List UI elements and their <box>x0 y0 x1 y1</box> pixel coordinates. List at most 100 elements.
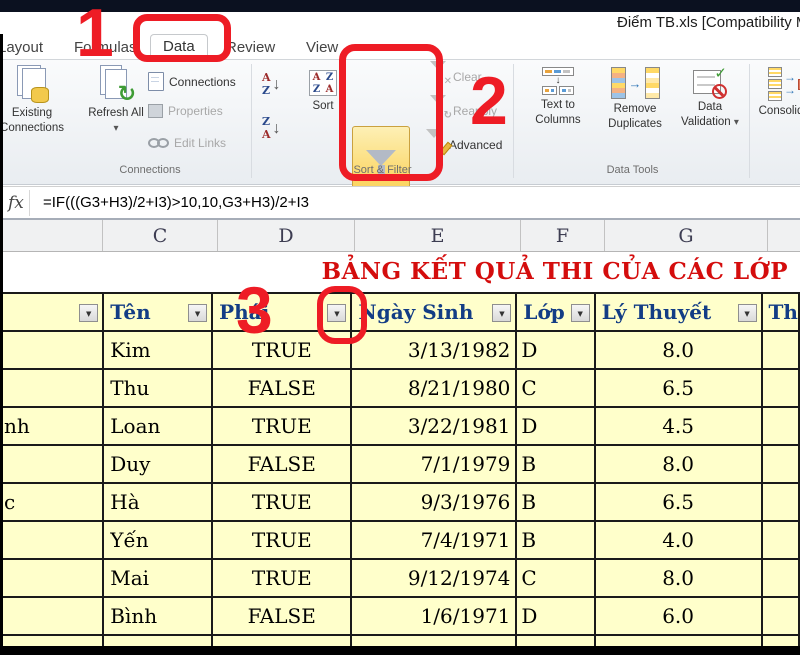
excel-window: Điểm TB.xls [Compatibility Mode] Layout … <box>0 0 800 655</box>
cell-phai[interactable]: FALSE <box>212 445 351 483</box>
cell-spill[interactable] <box>1 331 103 369</box>
cell-ly-thuyet[interactable]: 4.5 <box>595 407 762 445</box>
cell-ly-thuyet[interactable]: 8.0 <box>595 445 762 483</box>
cell-name[interactable]: Hà <box>103 483 212 521</box>
cell-name[interactable]: Mai <box>103 559 212 597</box>
cell-empty[interactable] <box>762 369 799 407</box>
properties-button[interactable]: Properties <box>148 104 223 118</box>
cell-ly-thuyet[interactable]: 6.5 <box>595 483 762 521</box>
cell-lop[interactable]: C <box>516 369 594 407</box>
cell-ly-thuyet[interactable]: 6.0 <box>595 597 762 635</box>
cell-phai[interactable]: TRUE <box>212 407 351 445</box>
cell-spill[interactable]: nh <box>1 407 103 445</box>
column-header-f[interactable]: F <box>521 220 605 251</box>
cell-ly-thuyet[interactable]: 6.5 <box>595 369 762 407</box>
cell-name[interactable]: Yến <box>103 521 212 559</box>
cell-name[interactable]: Duy <box>103 445 212 483</box>
cell-empty[interactable] <box>762 597 799 635</box>
remove-duplicates-button[interactable]: → Remove Duplicates <box>598 67 672 132</box>
table-header-row: Tên Phái Ngày Sinh Lớp Lý Thuyết Th <box>1 293 799 331</box>
filter-dropdown-icon[interactable] <box>188 304 207 322</box>
filter-dropdown-icon[interactable] <box>738 304 757 322</box>
column-header-d[interactable]: D <box>218 220 355 251</box>
table-row: Yến TRUE 7/4/1971 B 4.0 <box>1 521 799 559</box>
sort-asc-arrow-icon: ↓ <box>273 76 281 94</box>
cell-lop[interactable]: D <box>516 597 594 635</box>
cell-lop[interactable]: B <box>516 445 594 483</box>
column-header-g[interactable]: G <box>605 220 768 251</box>
cell-empty[interactable] <box>762 445 799 483</box>
window-top-edge <box>0 0 800 12</box>
annotation-step-3: 3 <box>236 272 273 348</box>
cell-phai[interactable]: TRUE <box>212 483 351 521</box>
cell-spill[interactable] <box>1 597 103 635</box>
annotation-circle-phai-dropdown <box>317 286 367 344</box>
cell-ngay-sinh[interactable]: 3/13/1982 <box>351 331 516 369</box>
cell-phai[interactable]: TRUE <box>212 559 351 597</box>
cell-phai[interactable]: FALSE <box>212 597 351 635</box>
cell-ly-thuyet[interactable]: 8.0 <box>595 331 762 369</box>
cell-empty[interactable] <box>762 559 799 597</box>
cell-name[interactable]: Loan <box>103 407 212 445</box>
data-validation-button[interactable]: ✓ Data Validation <box>674 67 746 130</box>
filter-dropdown-icon[interactable] <box>79 304 98 322</box>
tab-layout[interactable]: Layout <box>0 37 49 58</box>
cell-spill[interactable] <box>1 559 103 597</box>
cell-ngay-sinh[interactable]: 8/21/1980 <box>351 369 516 407</box>
cell-lop[interactable]: B <box>516 521 594 559</box>
cell-phai[interactable]: FALSE <box>212 369 351 407</box>
header-cell-ngay-sinh[interactable]: Ngày Sinh <box>351 293 516 331</box>
header-cell-ten[interactable]: Tên <box>103 293 212 331</box>
properties-label: Properties <box>168 104 223 118</box>
connections-button[interactable]: Connections <box>148 72 236 91</box>
column-header[interactable] <box>0 220 103 251</box>
cell-spill[interactable]: c <box>1 483 103 521</box>
cell-empty[interactable] <box>762 331 799 369</box>
cell-ly-thuyet[interactable]: 8.0 <box>595 559 762 597</box>
properties-icon <box>148 104 163 118</box>
cell-name[interactable]: Kim <box>103 331 212 369</box>
column-header-c[interactable]: C <box>103 220 218 251</box>
consolidate-label: Consolidate <box>759 104 800 119</box>
column-header-e[interactable]: E <box>355 220 521 251</box>
cell-spill[interactable] <box>1 445 103 483</box>
cell-name[interactable]: Thu <box>103 369 212 407</box>
cell-empty[interactable] <box>762 483 799 521</box>
cell-ngay-sinh[interactable]: 3/22/1981 <box>351 407 516 445</box>
cell-ngay-sinh[interactable]: 7/4/1971 <box>351 521 516 559</box>
cell-ngay-sinh[interactable]: 9/3/1976 <box>351 483 516 521</box>
cell-empty[interactable] <box>762 407 799 445</box>
sheet-title: BẢNG KẾT QUẢ THI CỦA CÁC LỚP <box>322 258 788 285</box>
header-cell-ly-thuyet[interactable]: Lý Thuyết <box>595 293 762 331</box>
cell-lop[interactable]: D <box>516 407 594 445</box>
header-cell-lop[interactable]: Lớp <box>516 293 594 331</box>
tab-view[interactable]: View <box>300 37 344 58</box>
header-cell-spill[interactable] <box>1 293 103 331</box>
sort-ascending-button[interactable]: AZ ↓ <box>262 72 281 97</box>
filter-dropdown-icon[interactable] <box>492 304 511 322</box>
formula-input[interactable]: =IF(((G3+H3)/2+I3)>10,10,G3+H3)/2+I3 <box>43 194 309 211</box>
cell-ngay-sinh[interactable]: 7/1/1979 <box>351 445 516 483</box>
cell-name[interactable]: Bình <box>103 597 212 635</box>
text-to-columns-button[interactable]: ↓ Text to Columns <box>520 67 596 128</box>
cell-empty[interactable] <box>762 521 799 559</box>
refresh-all-button[interactable]: ↻ Refresh All <box>88 65 144 136</box>
cell-spill[interactable] <box>1 369 103 407</box>
filter-dropdown-icon[interactable] <box>571 304 590 322</box>
sort-descending-button[interactable]: ZA ↓ <box>262 116 281 141</box>
edit-links-button[interactable]: Edit Links <box>148 136 226 150</box>
cell-ngay-sinh[interactable]: 9/12/1974 <box>351 559 516 597</box>
annotation-step-2: 2 <box>470 62 508 140</box>
cell-lop[interactable]: D <box>516 331 594 369</box>
cell-lop[interactable]: B <box>516 483 594 521</box>
cell-ly-thuyet[interactable]: 4.0 <box>595 521 762 559</box>
cell-phai[interactable]: TRUE <box>212 521 351 559</box>
cell-spill[interactable] <box>1 521 103 559</box>
consolidate-button[interactable]: →→ Consolidate <box>754 67 800 119</box>
column-header[interactable] <box>768 220 800 251</box>
existing-connections-button[interactable]: Existing Connections <box>0 65 78 136</box>
consolidate-icon: →→ <box>768 67 800 101</box>
cell-lop[interactable]: C <box>516 559 594 597</box>
header-cell-th[interactable]: Th <box>762 293 799 331</box>
cell-ngay-sinh[interactable]: 1/6/1971 <box>351 597 516 635</box>
